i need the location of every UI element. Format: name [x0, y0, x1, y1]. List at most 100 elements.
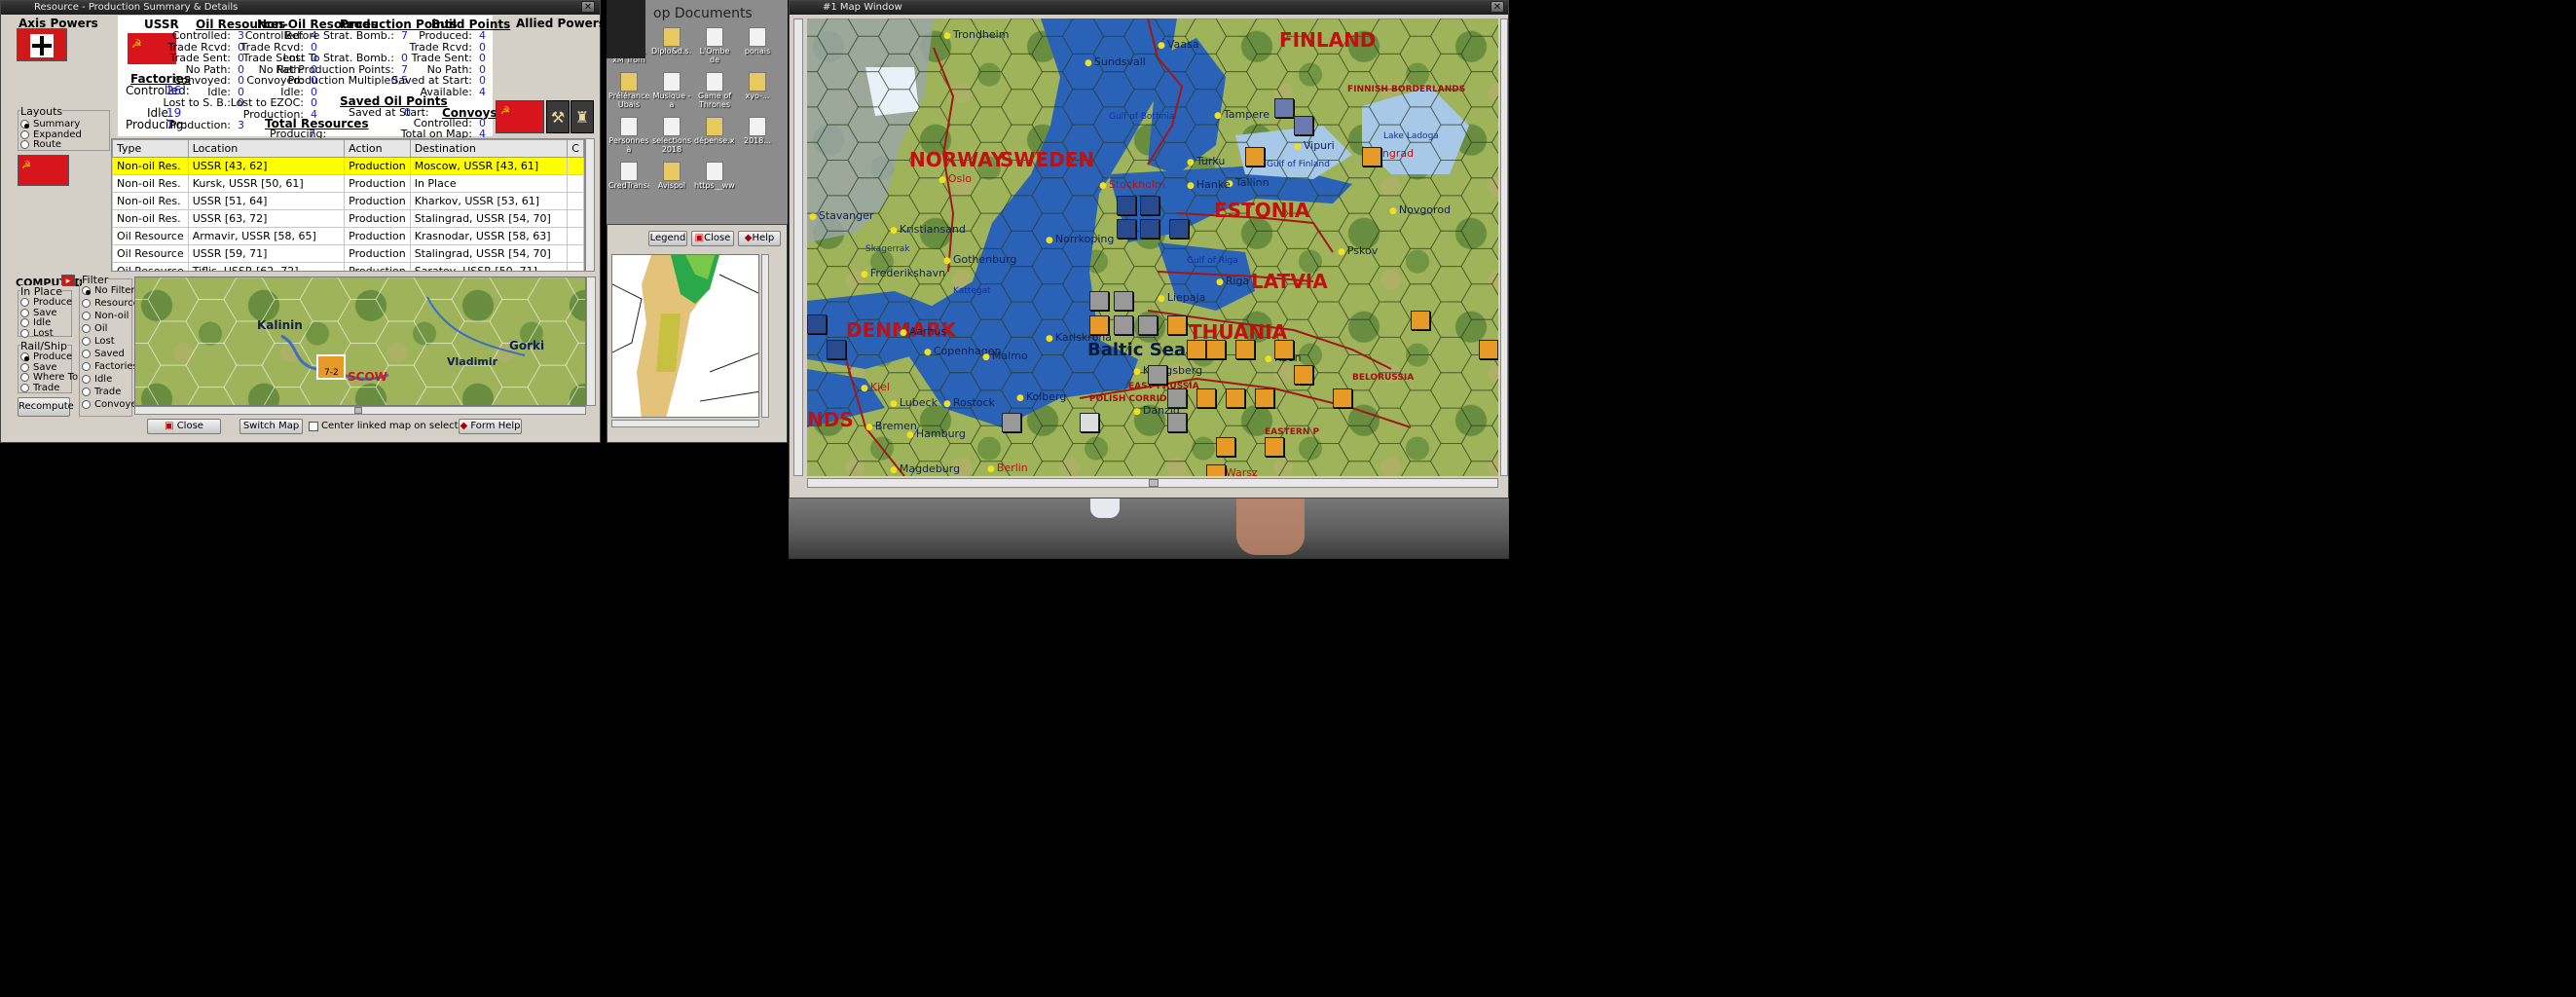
- table-row[interactable]: Oil Resource Armavir, USSR [58, 65] Produc…: [112, 227, 584, 245]
- moscow-unit-counter[interactable]: 7-2: [316, 354, 346, 380]
- close-button[interactable]: ▣ Close: [147, 419, 221, 434]
- unit-counter[interactable]: [1140, 219, 1159, 239]
- in-place-radio[interactable]: [20, 308, 29, 317]
- unit-counter[interactable]: [827, 340, 846, 359]
- map-left-scroll[interactable]: [793, 18, 803, 476]
- unit-counter[interactable]: [1294, 116, 1313, 135]
- rail-ship-radio[interactable]: [20, 352, 29, 361]
- unit-counter[interactable]: [1216, 437, 1235, 457]
- desktop-icon[interactable]: https__www...: [694, 162, 735, 190]
- filter-radio[interactable]: [82, 324, 91, 333]
- layout-radio[interactable]: [20, 120, 29, 129]
- unit-counter[interactable]: [1117, 219, 1136, 239]
- unit-counter[interactable]: [1167, 413, 1187, 432]
- in-place-radio[interactable]: [20, 328, 29, 338]
- selected-country-flag[interactable]: ☭: [18, 155, 69, 186]
- map-window-close-icon[interactable]: ✕: [1490, 1, 1504, 13]
- in-place-radio[interactable]: [20, 318, 29, 327]
- unit-counter[interactable]: [1411, 311, 1430, 330]
- unit-counter[interactable]: [1148, 365, 1167, 385]
- unit-counter[interactable]: [1167, 315, 1187, 335]
- factory-unit-icon[interactable]: ⚒: [546, 100, 570, 133]
- filter-radio[interactable]: [82, 286, 91, 295]
- unit-counter[interactable]: [1226, 388, 1245, 408]
- map-bottom-scroll[interactable]: [807, 478, 1498, 488]
- unit-counter[interactable]: [1114, 315, 1133, 335]
- unit-counter[interactable]: [1206, 340, 1226, 359]
- unit-counter[interactable]: [1245, 147, 1265, 166]
- rail-ship-radio[interactable]: [20, 373, 29, 382]
- form-help-button[interactable]: ◆ Form Help: [459, 419, 522, 434]
- desktop-icon[interactable]: Musique - a installer...: [651, 72, 692, 109]
- unit-counter[interactable]: [1235, 340, 1255, 359]
- layout-radio[interactable]: [20, 140, 29, 149]
- rail-ship-radio[interactable]: [20, 362, 29, 372]
- unit-counter[interactable]: [1169, 219, 1189, 239]
- filter-radio[interactable]: [82, 388, 91, 396]
- column-header[interactable]: Location: [187, 139, 346, 158]
- unit-counter[interactable]: [1333, 388, 1352, 408]
- resource-window-titlebar[interactable]: Resource - Production Summary & Details: [1, 1, 600, 15]
- table-row[interactable]: Non-oil Res. Kursk, USSR [50, 61] Producti…: [112, 174, 584, 193]
- table-scrollbar[interactable]: [585, 138, 595, 272]
- main-map-viewport[interactable]: FINLAND NORWAY SWEDEN ESTONIA LATVIA DEN…: [807, 18, 1498, 476]
- filter-radio[interactable]: [82, 299, 91, 308]
- unit-counter[interactable]: [1138, 315, 1158, 335]
- mini-map-hscroll[interactable]: [134, 406, 586, 415]
- filter-radio[interactable]: [82, 400, 91, 409]
- column-header[interactable]: C: [567, 139, 584, 158]
- legend-help-button[interactable]: ◆Help: [738, 231, 781, 246]
- unit-counter[interactable]: [1274, 340, 1294, 359]
- mini-map[interactable]: Kalinin Gorki Vladimir 7-2 SCOW: [134, 277, 586, 406]
- mini-map-vscroll[interactable]: [586, 277, 596, 406]
- recompute-button[interactable]: Recompute: [18, 397, 74, 417]
- resource-close-icon[interactable]: ✕: [581, 1, 595, 13]
- unit-counter[interactable]: [1294, 365, 1313, 385]
- desktop-icon[interactable]: CredTransa...: [608, 162, 649, 190]
- computed-arrow-button[interactable]: ▸: [61, 275, 75, 286]
- world-map-vscroll[interactable]: [761, 254, 769, 418]
- legend-button[interactable]: Legend: [648, 231, 687, 246]
- column-header[interactable]: Destination: [409, 139, 569, 158]
- desktop-icon[interactable]: Game of Thrones: [694, 72, 735, 109]
- filter-radio[interactable]: [82, 375, 91, 384]
- unit-counter[interactable]: [1117, 196, 1136, 215]
- desktop-icon[interactable]: L'Ombe de Bassompier...: [694, 27, 735, 64]
- table-row[interactable]: Non-oil Res. USSR [63, 72] Production Stali…: [112, 209, 584, 228]
- unit-counter[interactable]: [1274, 98, 1294, 118]
- unit-counter[interactable]: [1089, 291, 1109, 311]
- column-header[interactable]: Type: [112, 139, 189, 158]
- table-row[interactable]: Non-oil Res. USSR [43, 62] Production Mosco…: [112, 157, 584, 175]
- filter-radio[interactable]: [82, 337, 91, 346]
- column-header[interactable]: Action: [344, 139, 411, 158]
- desktop-icon[interactable]: Prélérance Ubais: [608, 72, 649, 109]
- desktop-icon[interactable]: ponais: [737, 27, 778, 55]
- unit-counter[interactable]: [1167, 388, 1187, 408]
- table-row[interactable]: Oil Resource Tiflis, USSR [62, 72] Product…: [112, 262, 584, 271]
- map-bottom-scroll-thumb[interactable]: [1149, 479, 1159, 487]
- unit-counter[interactable]: [1265, 437, 1284, 457]
- oil-rig-icon[interactable]: ♜: [570, 100, 594, 133]
- unit-counter[interactable]: [1080, 413, 1099, 432]
- world-map-hscroll[interactable]: [611, 420, 759, 427]
- unit-counter[interactable]: [1089, 315, 1109, 335]
- axis-flag[interactable]: [17, 28, 67, 61]
- in-place-radio[interactable]: [20, 298, 29, 307]
- desktop-icon[interactable]: 2018...: [737, 117, 778, 145]
- desktop-icon[interactable]: selections 2018: [651, 117, 692, 154]
- unit-counter[interactable]: [1187, 340, 1206, 359]
- map-right-scroll[interactable]: [1500, 18, 1508, 476]
- rail-ship-radio[interactable]: [20, 383, 29, 392]
- unit-counter[interactable]: [1114, 291, 1133, 311]
- table-row[interactable]: Oil Resource USSR [59, 71] Production Stali…: [112, 244, 584, 263]
- desktop-icon[interactable]: Diplo&d.s...: [651, 27, 692, 55]
- desktop-icon[interactable]: xyo-...: [737, 72, 778, 100]
- filter-radio[interactable]: [82, 362, 91, 371]
- filter-radio[interactable]: [82, 312, 91, 320]
- unit-counter[interactable]: [1140, 196, 1159, 215]
- switch-map-button[interactable]: Switch Map: [239, 419, 303, 434]
- map-window-titlebar[interactable]: #1 Map Window: [790, 1, 1508, 15]
- layout-radio[interactable]: [20, 129, 29, 139]
- unit-counter[interactable]: [1255, 388, 1274, 408]
- filter-radio[interactable]: [82, 350, 91, 358]
